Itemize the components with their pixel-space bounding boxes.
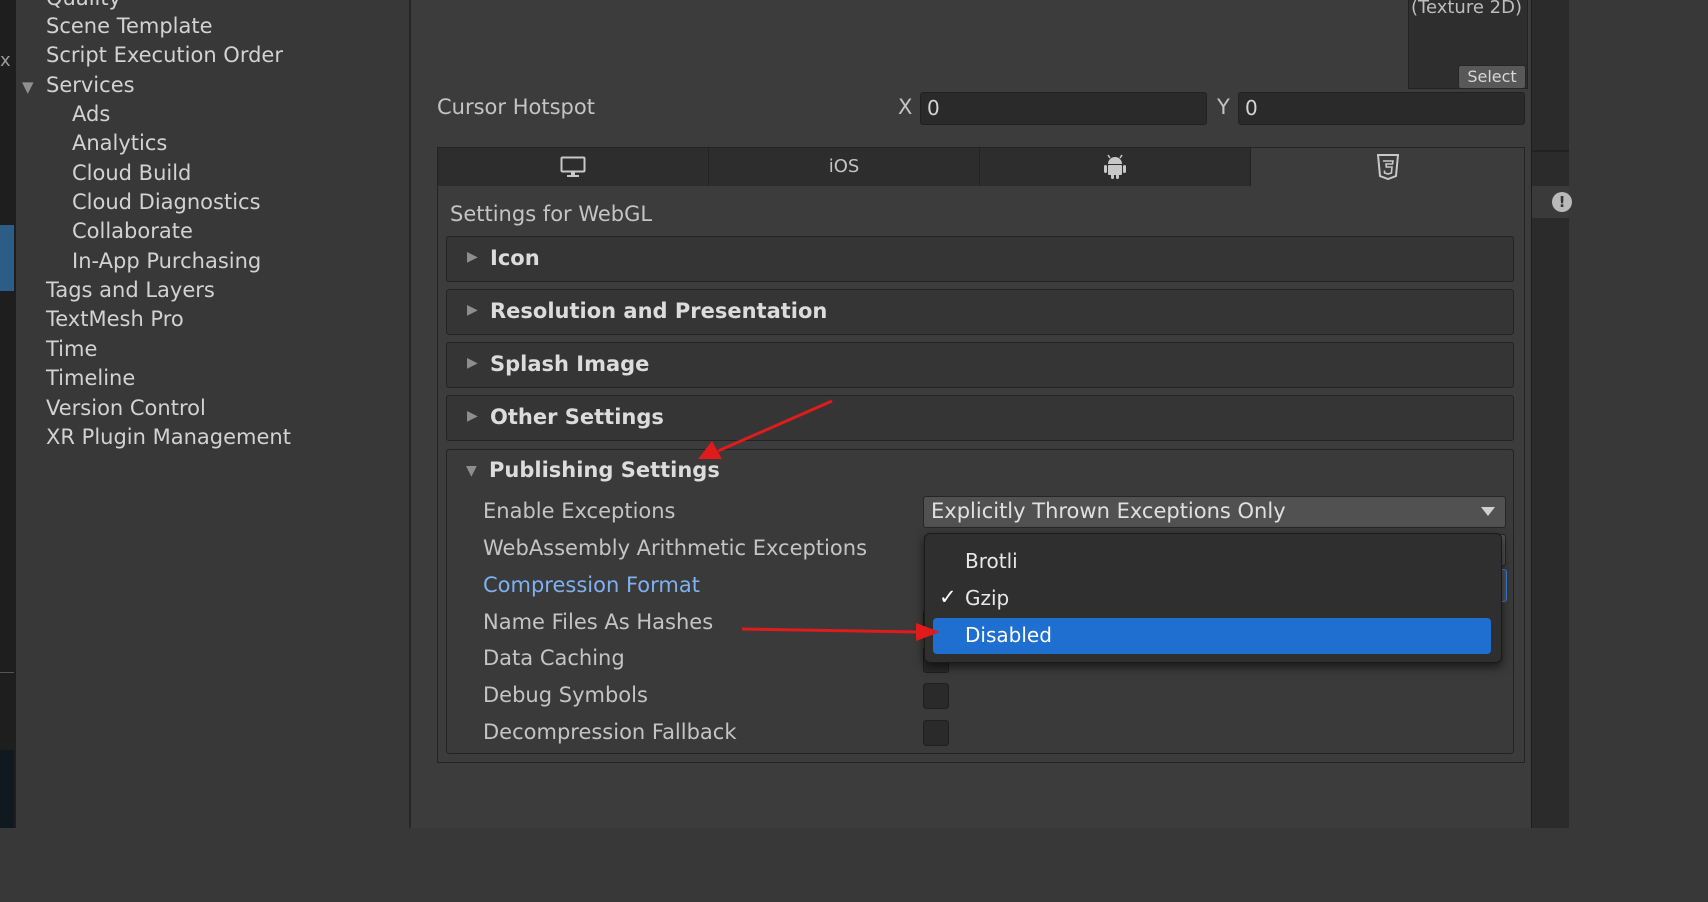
compression-format-popup: Brotli ✓ Gzip Disabled — [924, 533, 1502, 663]
hotspot-x-label: X — [898, 95, 913, 119]
html5-icon — [1376, 154, 1399, 181]
sidebar-item-services[interactable]: Services — [46, 73, 135, 97]
collapsed-triangle-icon: ▶ — [467, 302, 478, 318]
foldout-title: Resolution and Presentation — [490, 299, 828, 323]
left-edge-strip: x — [0, 0, 16, 828]
sidebar-item-xr-plugin-management[interactable]: XR Plugin Management — [46, 425, 291, 449]
foldout-title: Splash Image — [490, 352, 650, 376]
popup-option-gzip[interactable]: ✓ Gzip — [933, 581, 1491, 617]
chevron-down-icon — [1481, 507, 1495, 516]
dropdown-value: Explicitly Thrown Exceptions Only — [931, 499, 1286, 523]
right-strip-divider — [1532, 150, 1569, 152]
sidebar-item-ads[interactable]: Ads — [72, 102, 110, 126]
foldout-title: Other Settings — [490, 405, 664, 429]
collapsed-triangle-icon: ▶ — [467, 355, 478, 371]
sidebar-item-quality[interactable]: Quality — [46, 0, 121, 10]
warning-icon[interactable]: ! — [1552, 192, 1572, 212]
edge-dark-block — [0, 750, 14, 828]
sidebar-item-script-execution-order[interactable]: Script Execution Order — [46, 43, 283, 67]
decompression-fallback-checkbox[interactable] — [923, 720, 949, 746]
tab-android[interactable] — [980, 148, 1251, 186]
foldout-publishing-settings[interactable]: ▼ Publishing Settings — [446, 449, 1514, 495]
foldout-other-settings[interactable]: ▶ Other Settings — [446, 395, 1514, 441]
sidebar-item-collaborate[interactable]: Collaborate — [72, 219, 193, 243]
hotspot-y-input[interactable]: 0 — [1238, 92, 1525, 125]
close-icon[interactable]: x — [0, 50, 11, 71]
tab-ios[interactable]: iOS — [709, 148, 980, 186]
settings-heading: Settings for WebGL — [450, 202, 653, 226]
right-edge-strip: ! — [1531, 0, 1572, 828]
foldout-title: Publishing Settings — [489, 458, 720, 482]
android-icon — [1104, 154, 1126, 179]
sidebar-item-in-app-purchasing[interactable]: In-App Purchasing — [72, 249, 261, 273]
foldout-title: Icon — [490, 246, 540, 270]
webassembly-arithmetic-exceptions-label: WebAssembly Arithmetic Exceptions — [483, 536, 868, 560]
data-caching-label: Data Caching — [483, 646, 625, 670]
foldout-splash-image[interactable]: ▶ Splash Image — [446, 342, 1514, 388]
sidebar-item-scene-template[interactable]: Scene Template — [46, 14, 213, 38]
tab-ios-label: iOS — [828, 156, 860, 177]
expanded-triangle-icon: ▼ — [466, 463, 477, 479]
option-label: Brotli — [965, 549, 1018, 573]
texture-type-label: (Texture 2D) — [1411, 0, 1522, 18]
name-files-as-hashes-label: Name Files As Hashes — [483, 610, 714, 634]
enable-exceptions-dropdown[interactable]: Explicitly Thrown Exceptions Only — [923, 496, 1506, 528]
collapsed-triangle-icon: ▶ — [467, 408, 478, 424]
popup-option-brotli[interactable]: Brotli — [933, 544, 1491, 580]
sidebar-item-cloud-diagnostics[interactable]: Cloud Diagnostics — [72, 190, 261, 214]
checkmark-icon: ✓ — [939, 585, 957, 609]
foldout-icon-section[interactable]: ▶ Icon — [446, 236, 1514, 282]
debug-symbols-label: Debug Symbols — [483, 683, 648, 707]
desktop-icon — [560, 156, 586, 177]
project-settings-sidebar: Quality Scene Template Script Execution … — [16, 0, 411, 828]
expand-triangle-icon[interactable]: ▼ — [22, 78, 34, 96]
platform-tabs: iOS — [437, 147, 1525, 189]
option-label: Gzip — [965, 586, 1010, 610]
sidebar-item-time[interactable]: Time — [46, 337, 97, 361]
enable-exceptions-label: Enable Exceptions — [483, 499, 676, 523]
decompression-fallback-label: Decompression Fallback — [483, 720, 737, 744]
selected-edge-marker — [0, 225, 14, 291]
sidebar-item-tags-and-layers[interactable]: Tags and Layers — [46, 278, 215, 302]
cursor-hotspot-label: Cursor Hotspot — [437, 95, 595, 119]
sidebar-item-version-control[interactable]: Version Control — [46, 396, 206, 420]
popup-option-disabled[interactable]: Disabled — [933, 618, 1491, 654]
compression-format-label: Compression Format — [483, 573, 700, 597]
debug-symbols-checkbox[interactable] — [923, 683, 949, 709]
sidebar-item-textmesh-pro[interactable]: TextMesh Pro — [46, 307, 184, 331]
collapsed-triangle-icon: ▶ — [467, 249, 478, 265]
edge-divider — [0, 672, 14, 673]
sidebar-item-cloud-build[interactable]: Cloud Build — [72, 161, 191, 185]
option-label: Disabled — [965, 623, 1052, 647]
sidebar-item-timeline[interactable]: Timeline — [46, 366, 135, 390]
tab-standalone[interactable] — [438, 148, 709, 186]
sidebar-item-analytics[interactable]: Analytics — [72, 131, 167, 155]
hotspot-y-label: Y — [1217, 95, 1230, 119]
foldout-resolution-and-presentation[interactable]: ▶ Resolution and Presentation — [446, 289, 1514, 335]
hotspot-x-input[interactable]: 0 — [920, 92, 1207, 125]
tab-webgl[interactable] — [1251, 148, 1524, 188]
texture-select-button[interactable]: Select — [1458, 65, 1526, 89]
